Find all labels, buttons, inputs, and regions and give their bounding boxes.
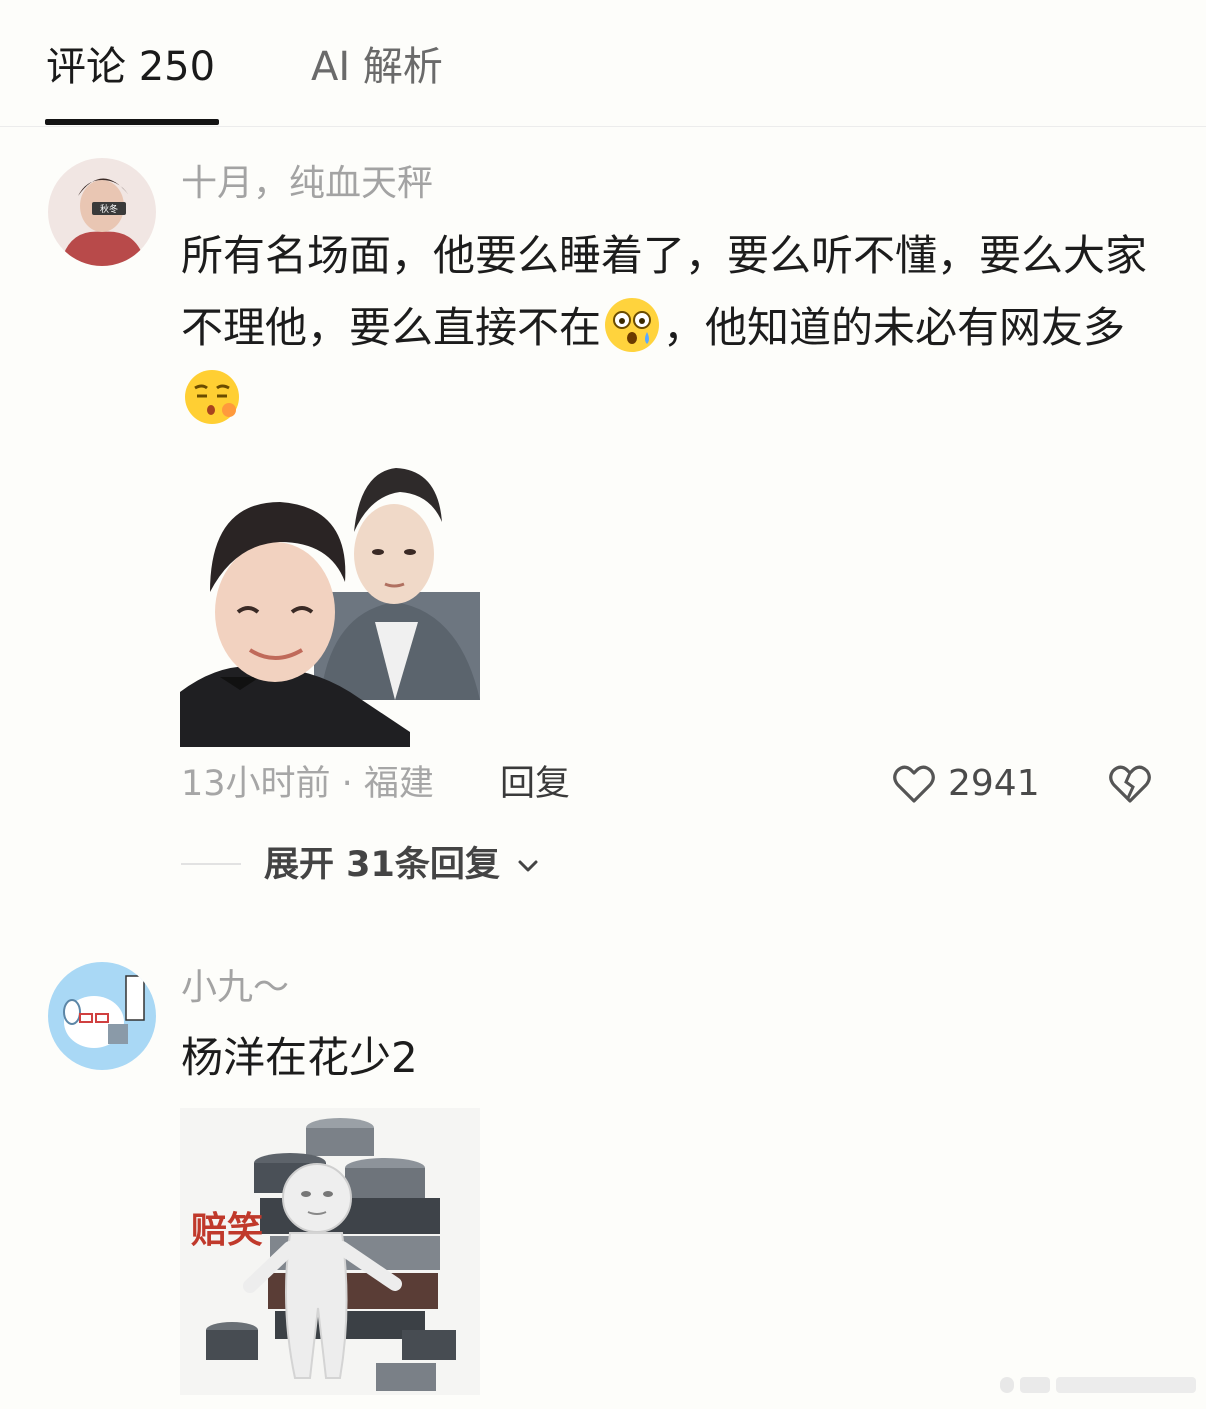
comment-tabs: 评论 250 AI 解析 xyxy=(0,0,1206,127)
tab-ai-analysis[interactable]: AI 解析 xyxy=(311,42,443,92)
shocked-face-icon xyxy=(605,298,660,352)
broken-heart-icon xyxy=(1109,765,1151,803)
comment1-image[interactable] xyxy=(180,462,480,747)
sticker-caption: 赔笑 xyxy=(191,1210,264,1251)
comment2-text: 杨洋在花少2 xyxy=(181,1033,418,1082)
comment1-text-part2: ，他知道的未必有网友多 xyxy=(663,303,1126,352)
kissing-face-icon xyxy=(185,370,239,424)
comment1-time-location: 13小时前 · 福建 xyxy=(181,764,434,804)
home-indicator xyxy=(1000,1373,1198,1397)
expand-replies-label: 展开 31条回复 xyxy=(264,845,500,885)
dislike-button[interactable] xyxy=(1106,760,1154,808)
active-tab-indicator xyxy=(45,119,219,125)
expand-divider xyxy=(181,863,241,865)
comment2-image[interactable]: 赔笑 xyxy=(180,1108,480,1395)
like-count: 2941 xyxy=(948,763,1040,804)
avatar-comment1[interactable]: 秋冬 xyxy=(48,158,156,266)
comment2-username[interactable]: 小九～ xyxy=(181,966,289,1010)
heart-icon xyxy=(893,765,935,803)
avatar-comment2[interactable] xyxy=(48,962,156,1070)
chevron-down-icon xyxy=(518,860,538,872)
comment1-username[interactable]: 十月，纯血天秤 xyxy=(181,162,433,206)
expand-replies-button[interactable]: 展开 31条回复 xyxy=(264,843,540,887)
reply-button[interactable]: 回复 xyxy=(500,762,570,806)
comment1-text: 所有名场面，他要么睡着了，要么听不懂，要么大家不理他，要么直接不在 ，他知道的未… xyxy=(181,220,1161,436)
tab-comments[interactable]: 评论 250 xyxy=(46,42,215,92)
svg-text:秋冬: 秋冬 xyxy=(100,203,118,215)
like-button[interactable] xyxy=(890,760,938,808)
